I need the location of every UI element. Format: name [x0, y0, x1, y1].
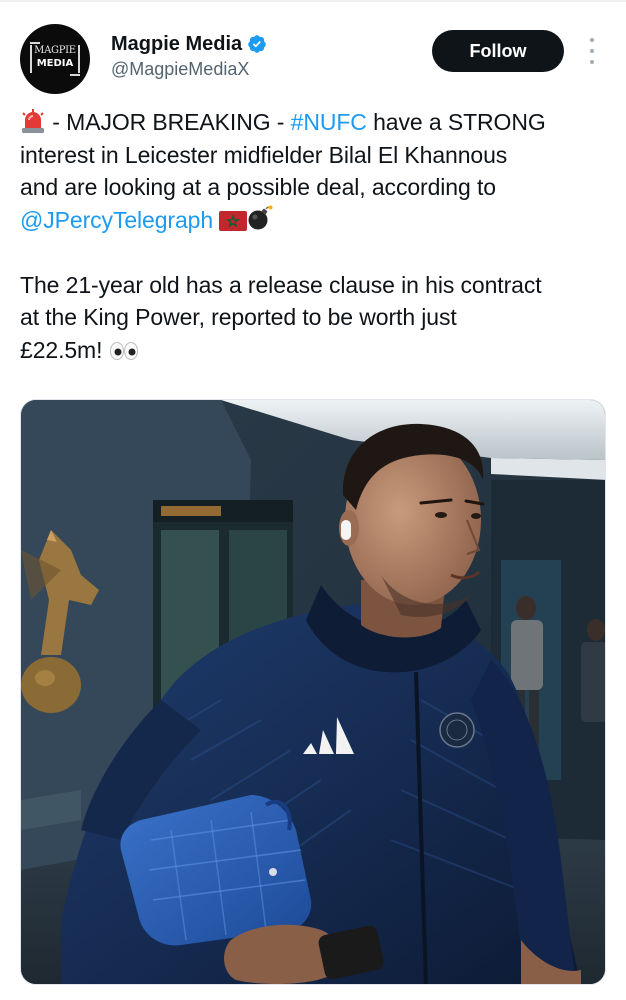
police-light-icon — [22, 109, 44, 133]
tweet-line-1: - MAJOR BREAKING - #NUFC have a STRONG — [20, 106, 612, 139]
tweet-text-segment: - MAJOR BREAKING - — [46, 109, 291, 135]
tweet-line-5: The 21-year old has a release clause in … — [20, 271, 542, 298]
more-vertical-icon[interactable] — [582, 38, 602, 64]
follow-button[interactable]: Follow — [432, 30, 564, 72]
top-divider — [0, 0, 626, 2]
photo-illustration — [21, 400, 605, 984]
hashtag-link[interactable]: #NUFC — [291, 109, 367, 135]
display-name[interactable]: Magpie Media — [111, 32, 242, 56]
avatar-logo: MAGPIE MEDIA — [30, 42, 80, 76]
tweet-media-photo[interactable] — [20, 399, 606, 985]
tweet-text: - MAJOR BREAKING - #NUFC have a STRONG i… — [20, 106, 612, 366]
avatar-logo-text-top: MAGPIE — [34, 45, 76, 56]
author-name-row[interactable]: Magpie Media — [111, 32, 267, 56]
avatar[interactable]: MAGPIE MEDIA — [20, 24, 90, 94]
author-handle[interactable]: @MagpieMediaX — [111, 58, 249, 80]
eyes-icon — [109, 341, 138, 360]
tweet-line-3: and are looking at a possible deal, acco… — [20, 174, 496, 200]
tweet-line-4: @JPercyTelegraph — [20, 204, 612, 237]
bomb-icon — [248, 205, 273, 229]
verified-badge-icon — [248, 35, 266, 53]
tweet-line-2: interest in Leicester midfielder Bilal E… — [20, 141, 508, 168]
tweet-text-segment: have a STRONG — [366, 109, 546, 135]
tweet-line-6: at the King Power, reported to be worth … — [20, 304, 457, 330]
tweet-text-segment: £22.5m! — [20, 336, 109, 363]
tweet-line-7: £22.5m! — [20, 334, 612, 367]
morocco-flag-icon — [219, 210, 248, 231]
mention-link[interactable]: @JPercyTelegraph — [20, 207, 213, 233]
avatar-logo-text-bottom: MEDIA — [36, 58, 74, 69]
